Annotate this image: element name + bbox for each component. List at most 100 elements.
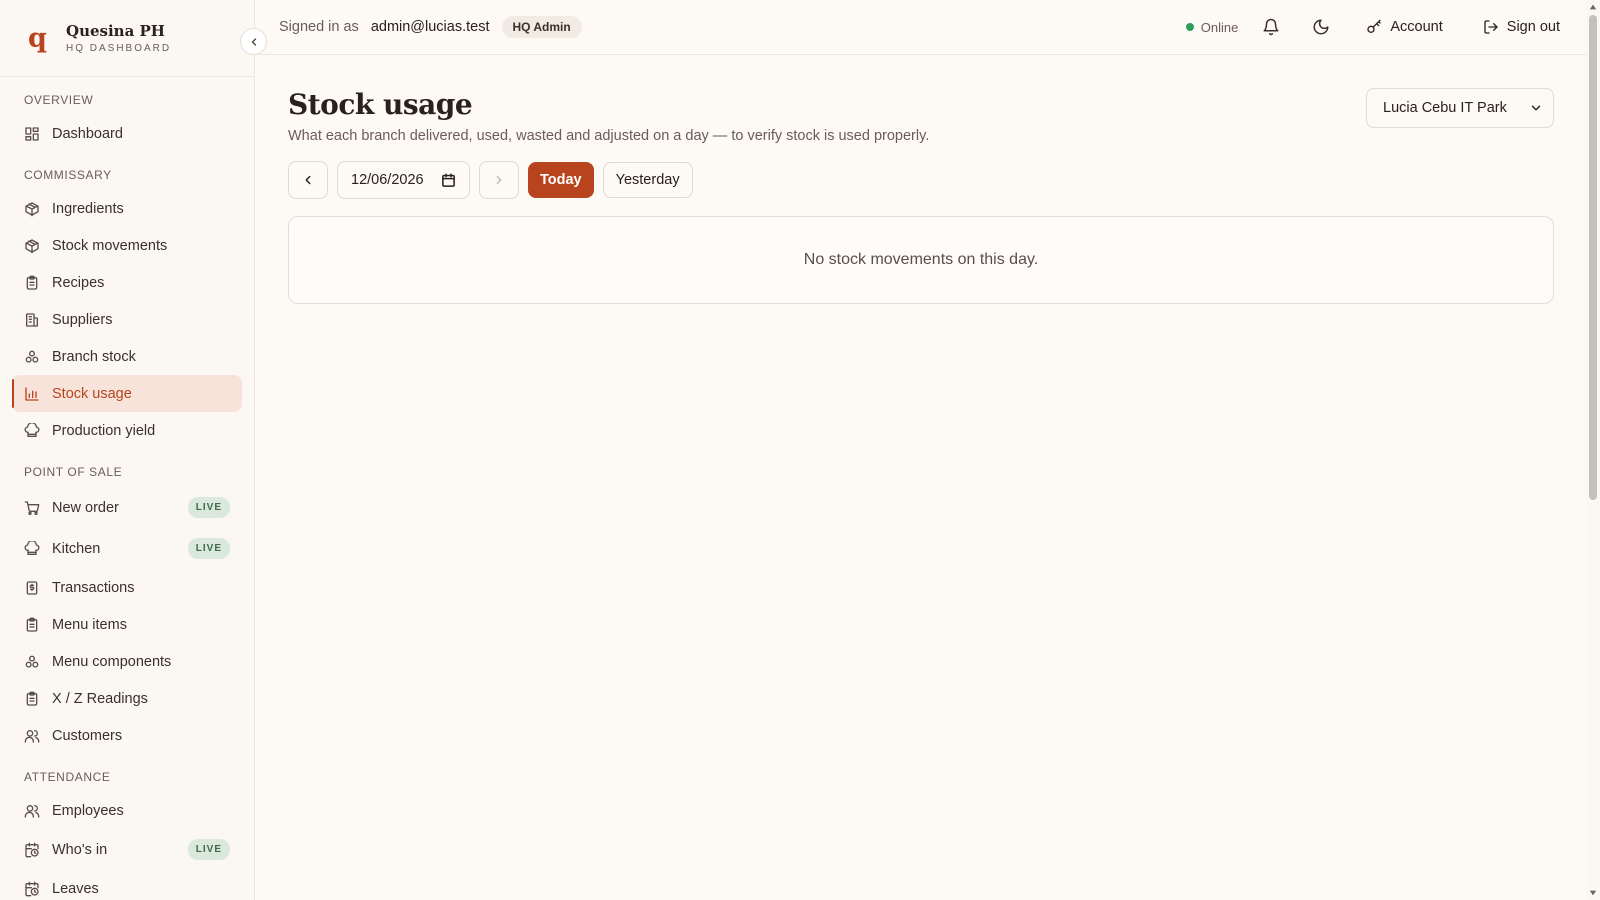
sign-out-button[interactable]: Sign out	[1483, 19, 1560, 35]
signed-in-label: Signed in as	[279, 19, 359, 35]
package-icon	[24, 238, 40, 254]
clipboard-icon	[24, 617, 40, 633]
sidebar-item-kitchen[interactable]: Kitchen LIVE	[12, 528, 242, 569]
sidebar-item-label: Leaves	[52, 880, 99, 897]
sidebar-item-label: Menu items	[52, 616, 127, 633]
bar-chart-icon	[24, 386, 40, 402]
page-title: Stock usage	[288, 88, 473, 121]
online-dot	[1185, 23, 1194, 31]
date-controls: 12/06/2026 Today Yesterday	[288, 161, 1554, 199]
sidebar-section-title: OVERVIEW	[24, 93, 94, 107]
sidebar-item-label: Dashboard	[52, 125, 123, 142]
role-badge: HQ Admin	[501, 16, 582, 38]
account-button[interactable]: Account	[1366, 19, 1443, 35]
sidebar-item-label: Ingredients	[52, 200, 124, 217]
clipboard-icon	[24, 691, 40, 707]
date-input[interactable]: 12/06/2026	[337, 161, 470, 199]
receipt-icon	[24, 580, 40, 596]
sidebar-item-employees[interactable]: Employees	[12, 792, 242, 829]
next-day-button[interactable]	[479, 161, 519, 199]
sidebar-item-branch-stock[interactable]: Branch stock	[12, 338, 242, 375]
sidebar-item-label: Suppliers	[52, 311, 113, 328]
moon-icon[interactable]	[1312, 18, 1330, 36]
yesterday-button[interactable]: Yesterday	[602, 162, 693, 198]
brand-logo: q	[28, 22, 47, 54]
live-badge: LIVE	[187, 538, 230, 559]
brand: q Quesina PH HQ DASHBOARD	[0, 0, 267, 77]
boxes-icon	[24, 654, 40, 670]
online-label: Online	[1200, 19, 1239, 35]
branch-select[interactable]: Lucia Cebu IT Park	[1366, 88, 1554, 128]
sidebar-item-new-order[interactable]: New order LIVE	[12, 487, 242, 528]
chef-hat-icon	[24, 540, 40, 557]
sidebar-nav: OVERVIEW Dashboard COMMISSARY Ingredients St…	[0, 93, 254, 900]
sidebar: q Quesina PH HQ DASHBOARD OVERVIEW Dashbo…	[0, 0, 267, 900]
sidebar-item-dashboard[interactable]: Dashboard	[12, 115, 242, 152]
chevron-right-icon	[492, 173, 506, 187]
sidebar-item-label: Menu components	[52, 653, 172, 670]
user-email: admin@lucias.test	[370, 19, 490, 35]
brand-subtitle: HQ DASHBOARD	[66, 43, 172, 54]
chef-hat-icon	[24, 422, 40, 439]
scrollbar[interactable]	[1586, 0, 1600, 900]
live-badge: LIVE	[187, 497, 230, 518]
grid-icon	[24, 126, 40, 142]
sidebar-item-label: Stock movements	[52, 237, 168, 254]
sidebar-item-ingredients[interactable]: Ingredients	[12, 190, 242, 227]
sidebar-item-label: Stock usage	[52, 385, 132, 402]
sidebar-section-title: COMMISSARY	[24, 168, 112, 182]
building-icon	[24, 312, 40, 328]
topbar: Signed in as admin@lucias.test HQ Admin …	[255, 0, 1586, 55]
sidebar-item-production-yield[interactable]: Production yield	[12, 412, 242, 449]
collapse-sidebar-button[interactable]	[240, 28, 267, 55]
sidebar-item-label: Employees	[52, 802, 124, 819]
page-subtitle: What each branch delivered, used, wasted…	[288, 128, 930, 144]
users-icon	[24, 803, 40, 819]
calendar-icon[interactable]	[441, 173, 456, 188]
today-button[interactable]: Today	[528, 162, 594, 198]
brand-name: Quesina PH	[66, 22, 165, 40]
sidebar-item-label: Recipes	[52, 274, 105, 291]
sidebar-item-leaves[interactable]: Leaves	[12, 870, 242, 900]
live-badge: LIVE	[187, 839, 230, 860]
sidebar-item-label: Branch stock	[52, 348, 136, 365]
sidebar-item-transactions[interactable]: Transactions	[12, 569, 242, 606]
sidebar-item-label: Customers	[52, 727, 123, 744]
clipboard-icon	[24, 275, 40, 291]
package-icon	[24, 201, 40, 217]
scroll-down-arrow-icon[interactable]	[1589, 889, 1597, 897]
sidebar-item-menu-items[interactable]: Menu items	[12, 606, 242, 643]
chevron-left-icon	[301, 173, 315, 187]
key-icon	[1366, 19, 1382, 35]
chevron-down-icon	[1529, 101, 1543, 115]
sidebar-item-recipes[interactable]: Recipes	[12, 264, 242, 301]
sidebar-item-label: New order	[52, 499, 119, 516]
sidebar-section-title: ATTENDANCE	[24, 770, 111, 784]
cart-icon	[24, 500, 40, 516]
previous-day-button[interactable]	[288, 161, 328, 199]
sidebar-item-who-s-in[interactable]: Who's in LIVE	[12, 829, 242, 870]
main-content: Stock usage What each branch delivered, …	[288, 55, 1554, 304]
calendar-clock-icon	[24, 842, 40, 858]
sidebar-item-label: Kitchen	[52, 540, 101, 557]
sidebar-item-x-z-readings[interactable]: X / Z Readings	[12, 680, 242, 717]
sidebar-item-customers[interactable]: Customers	[12, 717, 242, 754]
log-out-icon	[1483, 19, 1499, 35]
calendar-clock-icon	[24, 881, 40, 897]
scrollbar-thumb[interactable]	[1589, 15, 1597, 500]
sidebar-item-suppliers[interactable]: Suppliers	[12, 301, 242, 338]
sidebar-item-label: Who's in	[52, 841, 108, 858]
chevron-left-icon	[248, 36, 260, 48]
sidebar-item-stock-movements[interactable]: Stock movements	[12, 227, 242, 264]
boxes-icon	[24, 349, 40, 365]
online-status: Online	[1185, 19, 1239, 35]
users-icon	[24, 728, 40, 744]
sidebar-item-stock-usage[interactable]: Stock usage	[12, 375, 242, 412]
branch-select-value: Lucia Cebu IT Park	[1383, 100, 1507, 116]
sidebar-item-label: Production yield	[52, 422, 156, 439]
bell-icon[interactable]	[1262, 18, 1280, 36]
sidebar-item-menu-components[interactable]: Menu components	[12, 643, 242, 680]
empty-state-card: No stock movements on this day.	[288, 216, 1554, 304]
sidebar-item-label: Transactions	[52, 579, 135, 596]
scroll-up-arrow-icon[interactable]	[1589, 3, 1597, 11]
